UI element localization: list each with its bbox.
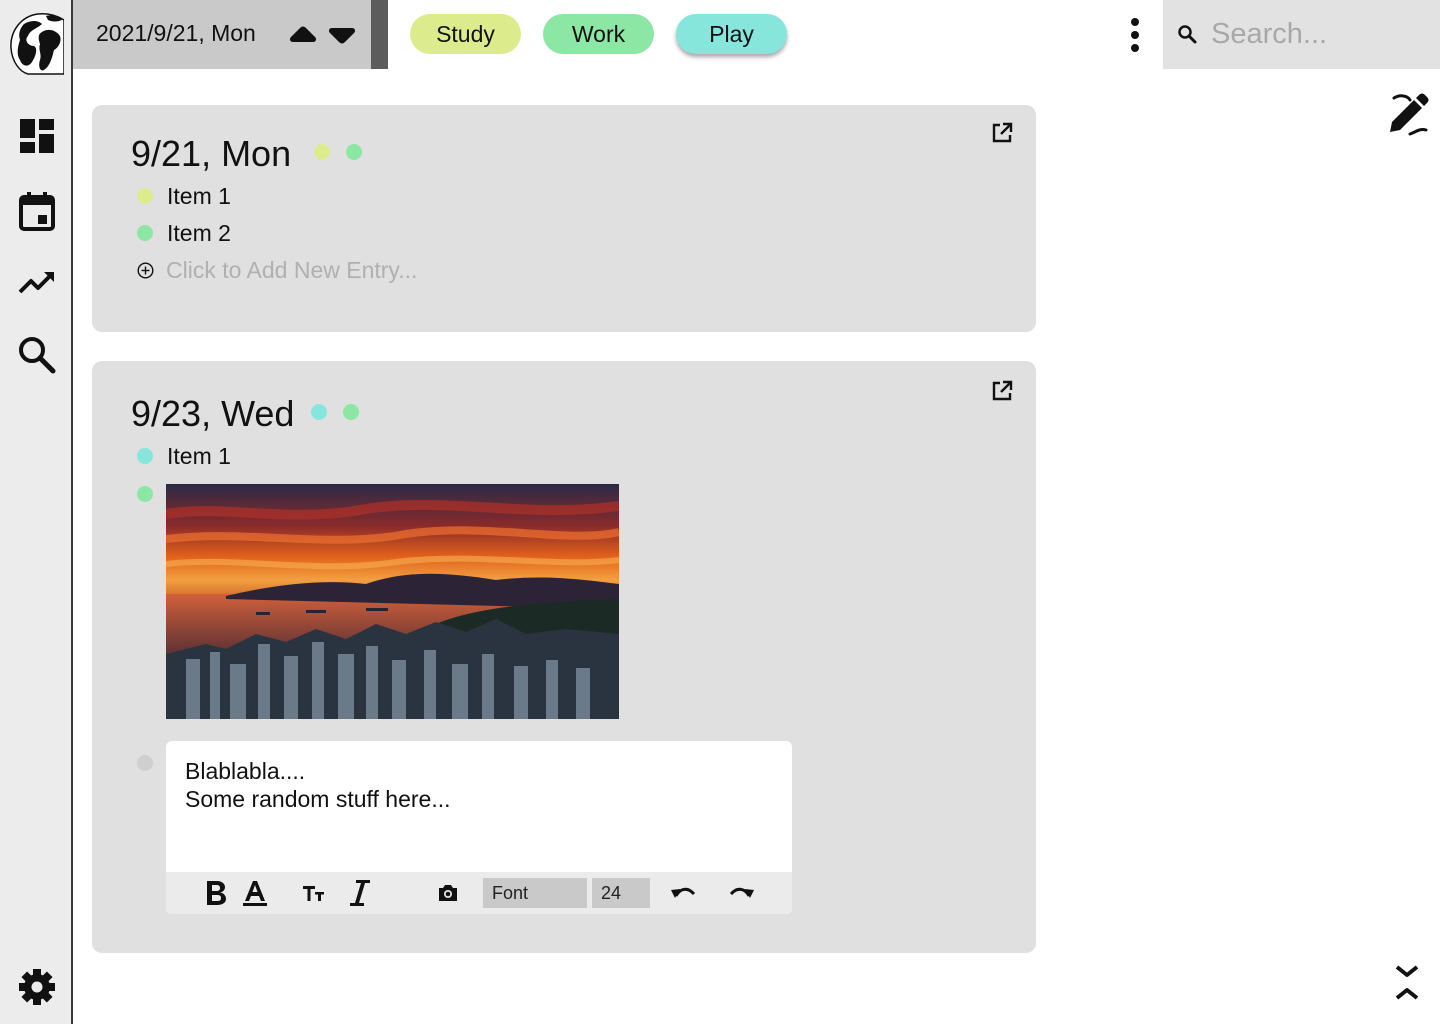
study-dot [314,144,330,160]
trending-up-icon[interactable] [16,262,58,304]
add-entry-placeholder: Click to Add New Entry... [166,257,418,283]
search-icon[interactable] [16,334,58,376]
new-note-edit-icon[interactable] [1386,92,1432,138]
current-date: 2021/9/21, Mon [96,20,256,46]
play-dot [311,404,327,420]
date-selector-edge [371,0,388,69]
untagged-dot [137,755,153,771]
calendar-icon[interactable] [16,190,58,232]
italic-icon[interactable] [346,878,374,908]
tag-study-button[interactable]: Study [410,14,521,54]
dashboard-icon[interactable] [16,115,58,157]
search-small-icon [1178,25,1197,44]
rich-text-editor[interactable]: Blablabla.... Some random stuff here... … [166,741,792,914]
more-options-icon[interactable] [1120,14,1150,56]
play-dot [137,448,153,464]
search-bar [1163,0,1440,69]
entry-label: Item 2 [167,219,231,246]
tag-work-button[interactable]: Work [543,14,654,54]
day-card-title: 9/21, Mon [131,133,292,174]
sidebar [0,0,73,1024]
add-entry-button[interactable]: Click to Add New Entry... [137,257,417,284]
search-input[interactable] [1211,14,1431,54]
editor-line: Blablabla.... [185,758,306,784]
date-selector: 2021/9/21, Mon [73,0,371,69]
open-external-icon[interactable] [990,379,1014,403]
editor-content[interactable]: Blablabla.... Some random stuff here... [185,757,451,813]
study-dot [137,188,153,204]
list-item[interactable]: Item 2 [137,218,231,248]
editor-line: Some random stuff here... [185,786,451,812]
work-dot [137,225,153,241]
font-family-select[interactable]: Font [483,878,587,908]
font-size-select[interactable]: 24 [592,878,650,908]
work-dot [343,404,359,420]
sunset-city-photo[interactable] [166,484,619,719]
text-color-icon[interactable] [241,878,269,908]
undo-icon[interactable] [668,878,698,908]
work-dot [346,144,362,160]
globe-logo-icon [8,10,65,76]
collapse-expand-icon[interactable] [1391,962,1423,1004]
day-card-9-23: 9/23, Wed Item 1 Blablabla.... Some rand… [92,361,1036,953]
day-card-title: 9/23, Wed [131,393,295,434]
tag-play-button[interactable]: Play [676,14,787,54]
list-item[interactable]: Item 1 [137,441,231,471]
bold-icon[interactable] [202,878,230,908]
list-item[interactable]: Item 1 [137,181,231,211]
day-card-9-21: 9/21, Mon Item 1 Item 2 Click to Add New… [92,105,1036,332]
day-tag-dots [314,144,362,160]
date-up-icon[interactable] [288,22,318,48]
work-dot [137,486,153,502]
entry-label: Item 1 [167,182,231,209]
editor-toolbar: Font 24 [166,872,792,914]
date-down-icon[interactable] [327,22,357,48]
camera-icon[interactable] [434,878,462,908]
settings-icon[interactable] [16,966,58,1008]
day-tag-dots [311,404,359,420]
entry-label: Item 1 [167,442,231,469]
redo-icon[interactable] [727,878,757,908]
add-circle-icon [137,262,154,279]
text-size-icon[interactable] [300,878,328,908]
open-external-icon[interactable] [990,121,1014,145]
